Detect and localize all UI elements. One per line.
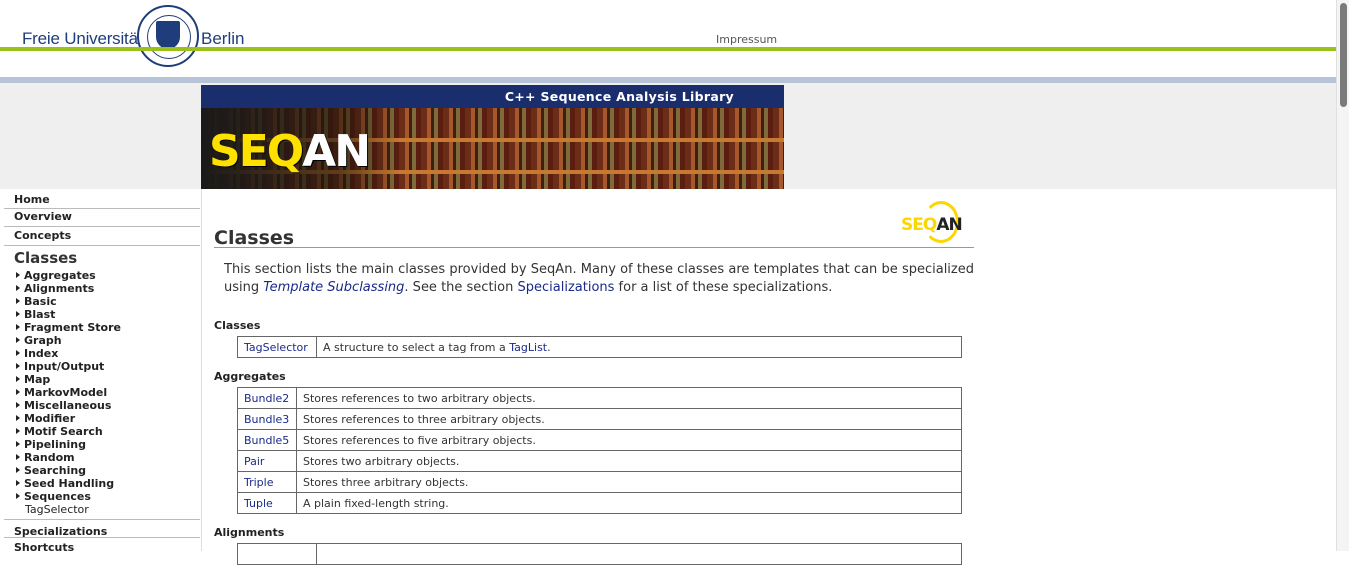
triangle-right-icon — [16, 311, 20, 317]
table-row: Pair Stores two arbitrary objects. — [237, 450, 962, 472]
class-description: Stores three arbitrary objects. — [296, 471, 962, 493]
triangle-right-icon — [16, 493, 20, 499]
triangle-right-icon — [16, 441, 20, 447]
sidebar-item-blast[interactable]: Blast — [16, 308, 200, 321]
title-divider — [214, 247, 974, 248]
sidebar-item-tagselector[interactable]: TagSelector — [16, 503, 200, 516]
triangle-right-icon — [16, 467, 20, 473]
class-description: Stores references to two arbitrary objec… — [296, 387, 962, 409]
page-scrollbar[interactable] — [1336, 0, 1349, 551]
class-description: Stores references to five arbitrary obje… — [296, 429, 962, 451]
sidebar-item-map[interactable]: Map — [16, 373, 200, 386]
sidebar-item-modifier[interactable]: Modifier — [16, 412, 200, 425]
triangle-right-icon — [16, 415, 20, 421]
sidebar-item-overview[interactable]: Overview — [4, 209, 200, 227]
triangle-right-icon — [16, 272, 20, 278]
classes-table: TagSelector A structure to select a tag … — [237, 336, 962, 358]
sidebar-item-sequences[interactable]: Sequences — [16, 490, 200, 503]
sidebar-item-markovmodel[interactable]: MarkovModel — [16, 386, 200, 399]
class-link-bundle2[interactable]: Bundle2 — [237, 387, 297, 409]
sidebar-class-list: Aggregates Alignments Basic Blast Fragme… — [16, 269, 200, 516]
sidebar-item-motif-search[interactable]: Motif Search — [16, 425, 200, 438]
sidebar-item-alignments[interactable]: Alignments — [16, 282, 200, 295]
sidebar-item-seed-handling[interactable]: Seed Handling — [16, 477, 200, 490]
triangle-right-icon — [16, 337, 20, 343]
class-link-tagselector[interactable]: TagSelector — [237, 336, 317, 358]
sidebar-item-graph[interactable]: Graph — [16, 334, 200, 347]
table-row: Triple Stores three arbitrary objects. — [237, 471, 962, 493]
header-green-divider — [0, 47, 1336, 51]
triangle-right-icon — [16, 324, 20, 330]
triangle-right-icon — [16, 428, 20, 434]
table-row: Bundle3 Stores references to three arbit… — [237, 408, 962, 430]
site-header: Freie Universität Berlin Impressum — [0, 0, 1336, 67]
table-row: Tuple A plain fixed-length string. — [237, 492, 962, 514]
sidebar-item-basic[interactable]: Basic — [16, 295, 200, 308]
sidebar-item-specializations[interactable]: Specializations — [4, 519, 200, 538]
triangle-right-icon — [16, 298, 20, 304]
page-title: Classes — [214, 227, 295, 249]
class-link-bundle3[interactable]: Bundle3 — [237, 408, 297, 430]
section-heading-aggregates: Aggregates — [214, 370, 286, 383]
class-link-pair[interactable]: Pair — [237, 450, 297, 472]
section-heading-classes: Classes — [214, 319, 261, 332]
sidebar-nav: Home Overview Concepts Classes Aggregate… — [0, 189, 202, 554]
sidebar-item-aggregates[interactable]: Aggregates — [16, 269, 200, 282]
table-row: Bundle5 Stores references to five arbitr… — [237, 429, 962, 451]
triangle-right-icon — [16, 454, 20, 460]
triangle-right-icon — [16, 376, 20, 382]
template-subclassing-link[interactable]: Template Subclassing — [263, 280, 404, 295]
sidebar-item-random[interactable]: Random — [16, 451, 200, 464]
sidebar-item-fragment-store[interactable]: Fragment Store — [16, 321, 200, 334]
intro-paragraph: This section lists the main classes prov… — [224, 262, 974, 295]
sidebar-item-pipelining[interactable]: Pipelining — [16, 438, 200, 451]
class-description: Stores two arbitrary objects. — [296, 450, 962, 472]
aggregates-table: Bundle2 Stores references to two arbitra… — [237, 387, 962, 514]
brand-name-left: Freie Universität — [22, 29, 143, 48]
brand-name-right: Berlin — [201, 29, 245, 48]
scrollbar-thumb[interactable] — [1340, 3, 1347, 107]
triangle-right-icon — [16, 285, 20, 291]
table-row — [237, 543, 962, 565]
table-row: TagSelector A structure to select a tag … — [237, 336, 962, 358]
impressum-link[interactable]: Impressum — [716, 33, 777, 46]
class-link-bundle5[interactable]: Bundle5 — [237, 429, 297, 451]
sidebar-item-concepts[interactable]: Concepts — [4, 227, 200, 246]
alignments-table — [237, 543, 962, 565]
seqan-banner: C++ Sequence Analysis Library SEQAN — [201, 85, 784, 189]
sidebar-item-miscellaneous[interactable]: Miscellaneous — [16, 399, 200, 412]
library-shelf-image: SEQAN — [201, 108, 784, 189]
sidebar-item-searching[interactable]: Searching — [16, 464, 200, 477]
seqan-logo[interactable]: SEQAN — [209, 126, 371, 177]
class-link-triple[interactable]: Triple — [237, 471, 297, 493]
university-seal-icon[interactable] — [137, 5, 199, 67]
class-link-tuple[interactable]: Tuple — [237, 492, 297, 514]
sidebar-item-home[interactable]: Home — [4, 192, 200, 209]
banner-title: C++ Sequence Analysis Library — [201, 85, 784, 108]
sidebar-classes-heading[interactable]: Classes — [14, 249, 77, 267]
sidebar-item-shortcuts[interactable]: Shortcuts — [4, 541, 200, 554]
taglist-link[interactable]: TagList — [509, 341, 547, 354]
class-description: A plain fixed-length string. — [296, 492, 962, 514]
sidebar-item-index[interactable]: Index — [16, 347, 200, 360]
triangle-right-icon — [16, 402, 20, 408]
specializations-link[interactable]: Specializations — [518, 280, 615, 295]
table-row: Bundle2 Stores references to two arbitra… — [237, 387, 962, 409]
class-description: A structure to select a tag from a TagLi… — [316, 336, 962, 358]
triangle-right-icon — [16, 389, 20, 395]
class-description — [316, 543, 962, 565]
class-link[interactable] — [237, 543, 317, 565]
seqan-small-logo: SEQAN — [901, 199, 963, 243]
triangle-right-icon — [16, 480, 20, 486]
section-heading-alignments: Alignments — [214, 526, 285, 539]
triangle-right-icon — [16, 363, 20, 369]
triangle-right-icon — [16, 350, 20, 356]
class-description: Stores references to three arbitrary obj… — [296, 408, 962, 430]
sidebar-item-input-output[interactable]: Input/Output — [16, 360, 200, 373]
